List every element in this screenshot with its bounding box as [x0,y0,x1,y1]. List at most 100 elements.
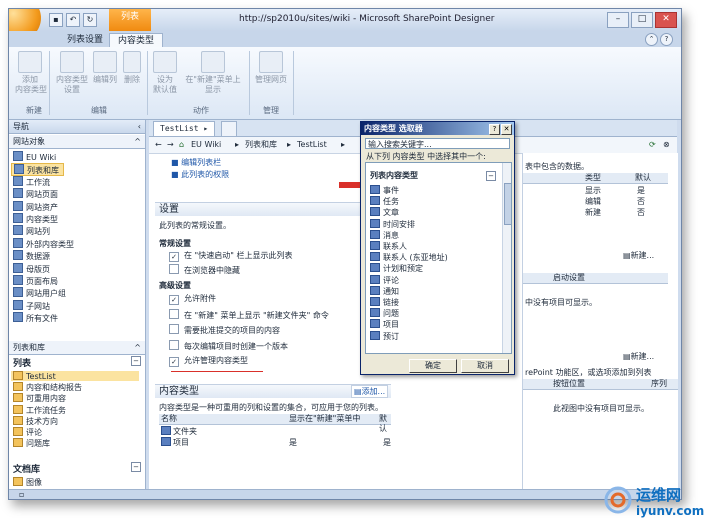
ok-button[interactable]: 确定 [409,359,457,373]
table-row[interactable]: 文件夹 [159,426,391,437]
minimize-button[interactable]: – [607,12,629,28]
dialog-scrollbar[interactable] [502,163,511,353]
table-row[interactable]: 显示 是 [523,185,668,196]
content-type-option[interactable]: 计划和预定 [370,263,423,273]
site-object-item[interactable]: EU Wiki [13,151,56,162]
new-button-1[interactable]: ▤新建... [623,250,654,261]
table-row[interactable]: 新建 否 [523,207,668,218]
checkbox-icon[interactable] [169,324,179,334]
list-item[interactable]: 可重用内容 [13,393,66,403]
tab-content-types[interactable]: 内容类型 [109,33,164,48]
content-type-option[interactable]: 事件 [370,185,399,195]
refresh-icon[interactable]: ↻ [83,13,97,27]
edit-columns-button[interactable]: 编辑列 [91,51,119,85]
general-setting-checkbox[interactable]: ✓ 在 "快速启动" 栏上显示此列表 [169,250,292,262]
content-type-option[interactable]: 预订 [370,330,399,341]
site-object-item[interactable]: 页面布局 [13,275,58,286]
column-header-name[interactable]: 名称 [161,414,177,424]
column-header-type[interactable]: 类型 [585,173,601,183]
show-on-new-menu-button[interactable]: 在"新建"菜单上 显示 [181,51,245,95]
checkbox-icon[interactable]: ✓ [169,357,179,367]
content-type-option[interactable]: 时间安排 [370,218,415,229]
site-object-item[interactable]: 所有文件 [13,312,58,323]
help-button[interactable]: ? [489,124,500,135]
search-input[interactable]: 输入搜索关键字... [365,138,510,149]
content-type-option[interactable]: 链接 [370,297,399,307]
close-button[interactable]: ✕ [655,12,677,28]
collapse-lists-icon[interactable]: − [131,356,141,366]
doclib-item-images[interactable]: 图像 [13,477,42,487]
breadcrumb-item-lists[interactable]: 列表和库 [245,137,277,153]
content-type-option[interactable]: 联系人 [370,241,407,251]
site-object-item[interactable]: 网站资产 [13,200,58,212]
content-type-option[interactable]: 评论 [370,274,399,285]
set-default-button[interactable]: 设为 默认值 [151,51,179,95]
new-button-2[interactable]: ▤新建... [623,351,654,362]
general-setting-checkbox[interactable]: 在浏览器中隐藏 [169,264,240,276]
checkbox-icon[interactable] [169,339,179,350]
home-icon[interactable]: ⌂ [179,137,184,153]
checkbox-icon[interactable] [169,308,179,319]
checkbox-icon[interactable]: ✓ [169,295,179,305]
site-object-item[interactable]: 网站页面 [13,188,58,199]
column-header-start[interactable]: 启动设置 [553,273,585,283]
list-item[interactable]: 内容和结构报告 [13,382,82,392]
site-object-item[interactable]: 网站用户组 [13,287,66,298]
list-item[interactable]: 工作流任务 [13,404,66,415]
add-content-type-button[interactable]: 添加 内容类型 [15,51,47,95]
site-object-item[interactable]: 列表和库 [11,163,64,177]
pin-icon[interactable]: ^ [134,341,141,355]
help-icon[interactable]: ? [660,33,673,46]
list-item[interactable]: TestList [11,371,139,381]
collapse-doclibs-icon[interactable]: − [131,462,141,472]
list-permissions-link[interactable]: ■ 此列表的权限 [171,169,229,180]
breadcrumb-item-site[interactable]: EU Wiki [191,137,221,153]
undo-icon[interactable]: ↶ [66,13,80,27]
scrollbar-thumb[interactable] [504,183,511,225]
chevron-up-icon[interactable]: ⌃ [645,33,658,46]
maximize-button[interactable]: □ [631,12,653,28]
collapse-icon[interactable]: ‹ [138,120,141,134]
column-header-button-pos[interactable]: 按钮位置 [553,379,585,389]
advanced-setting-checkbox[interactable]: ✓ 允许附件 [169,293,216,305]
cancel-button[interactable]: 取消 [461,359,509,373]
list-item[interactable]: 技术方向 [13,415,58,426]
column-header-sequence[interactable]: 序列 [651,379,667,389]
tab-list-settings[interactable]: 列表设置 [59,33,111,47]
site-object-item[interactable]: 工作流 [13,175,50,187]
save-icon[interactable]: ▪ [49,13,63,27]
manage-pages-button[interactable]: 管理网页 [253,51,289,85]
content-type-option[interactable]: 联系人 (东亚地址) [370,252,448,262]
site-object-item[interactable]: 网站列 [13,225,50,236]
advanced-setting-checkbox[interactable]: 需要批准提交的项目的内容 [169,324,280,336]
site-object-item[interactable]: 内容类型 [13,213,58,224]
site-object-item[interactable]: 母版页 [13,262,50,274]
breadcrumb-item-testlist[interactable]: TestList [297,137,327,153]
advanced-setting-checkbox[interactable]: 在 "新建" 菜单上显示 "新建文件夹" 命令 [169,308,329,321]
checkbox-icon[interactable] [169,264,179,274]
column-header-shown[interactable]: 显示在"新建"菜单中 [289,414,360,424]
list-item[interactable]: 问题库 [13,438,50,448]
advanced-setting-checkbox[interactable]: ✓ 允许管理内容类型 [169,355,248,367]
content-type-option[interactable]: 问题 [370,308,399,318]
content-type-settings-button[interactable]: 内容类型 设置 [55,51,89,95]
content-type-option[interactable]: 项目 [370,319,399,329]
site-object-item[interactable]: 数据源 [13,250,50,261]
column-header-default[interactable]: 默认 [635,173,651,183]
collapse-group-icon[interactable]: − [486,171,496,181]
checkbox-icon[interactable]: ✓ [169,252,179,262]
pin-icon[interactable]: ^ [134,135,141,149]
site-object-item[interactable]: 子网站 [13,299,50,311]
content-type-option[interactable]: 文章 [370,207,399,217]
dialog-close-button[interactable]: ✕ [501,124,512,135]
go-icon[interactable]: ⟳ [649,137,656,153]
list-item[interactable]: 评论 [13,427,42,437]
table-row[interactable]: 项目 是 是 [159,437,391,448]
content-type-option[interactable]: 消息 [370,229,399,240]
table-row[interactable]: 编辑 否 [523,196,668,207]
site-object-item[interactable]: 外部内容类型 [13,237,74,249]
add-content-type-link[interactable]: ▤添加... [351,385,389,398]
content-type-option[interactable]: 任务 [370,196,399,206]
new-tab-icon[interactable] [221,121,237,137]
doc-tab-testlist[interactable]: TestList ▸ [153,121,216,136]
